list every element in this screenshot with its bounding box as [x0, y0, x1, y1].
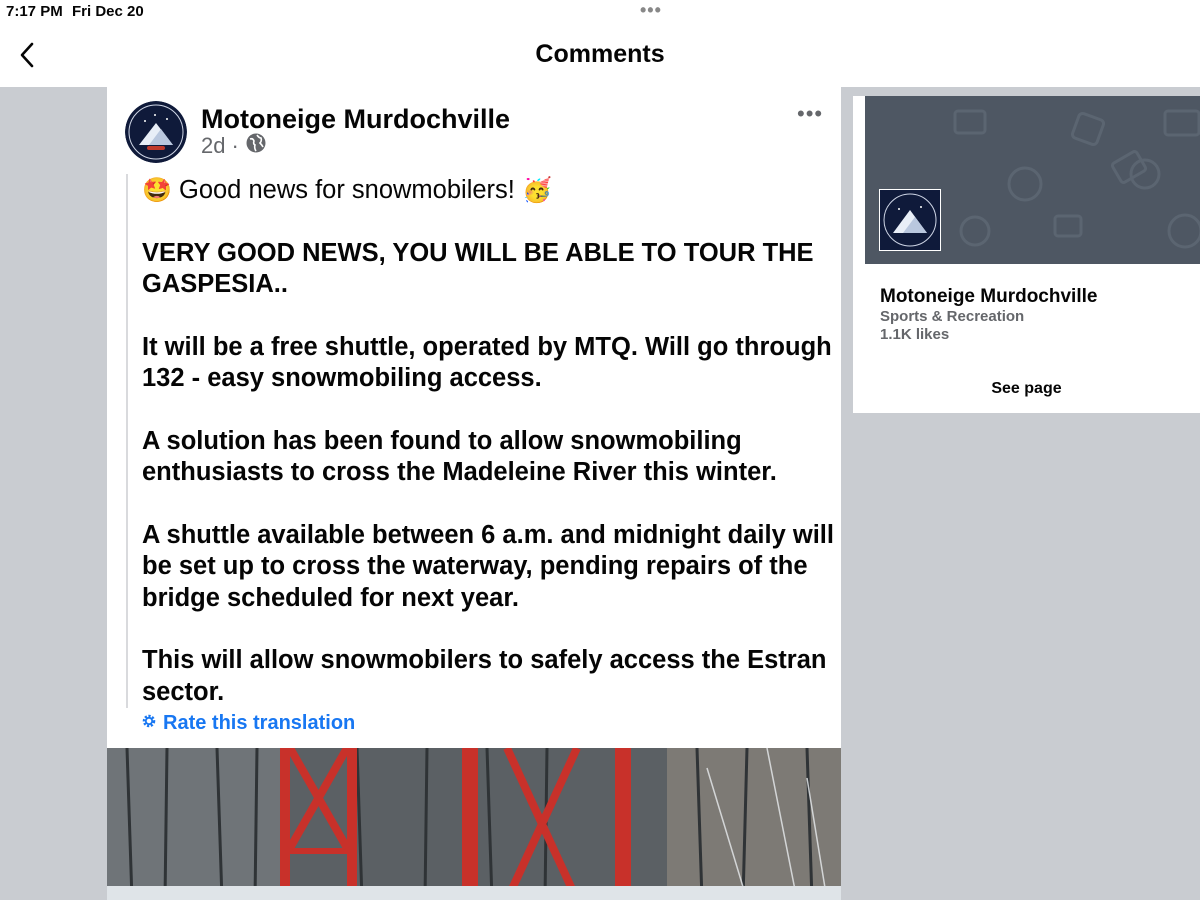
post-paragraph: A solution has been found to allow snowm…	[142, 426, 777, 487]
post-meta: 2d ·	[201, 132, 267, 160]
post-photo[interactable]	[107, 748, 841, 900]
side-page-likes: 1.1K likes	[880, 326, 950, 343]
more-dots-icon[interactable]: •••	[797, 101, 823, 127]
post-paragraph: It will be a free shuttle, operated by M…	[142, 332, 832, 393]
gear-icon	[141, 712, 157, 735]
post-card: Motoneige Murdochville 2d · ••• 🤩 Good n…	[107, 87, 841, 900]
status-bar: 7:17 PM Fri Dec 20 •••	[0, 0, 1200, 24]
side-page-avatar[interactable]	[879, 189, 941, 251]
globe-icon	[245, 132, 267, 160]
page-title: Comments	[535, 40, 665, 68]
multitasking-dots-icon[interactable]: •••	[640, 0, 662, 21]
side-page-name[interactable]: Motoneige Murdochville	[880, 286, 1097, 308]
post-time[interactable]: 2d	[201, 133, 225, 159]
header: Comments	[0, 24, 1200, 87]
post-text: 🤩 Good news for snowmobilers! 🥳 VERY GOO…	[126, 174, 841, 708]
star-struck-emoji-icon: 🤩	[142, 177, 172, 204]
status-time: 7:17 PM	[6, 3, 63, 20]
post-headline: 🤩 Good news for snowmobilers! 🥳	[142, 175, 841, 207]
page-avatar[interactable]	[125, 101, 187, 163]
page-name[interactable]: Motoneige Murdochville	[201, 104, 510, 135]
see-page-button[interactable]: See page	[853, 380, 1200, 398]
page-preview-card: Motoneige Murdochville Sports & Recreati…	[853, 96, 1200, 413]
post-paragraph: This will allow snowmobilers to safely a…	[142, 646, 827, 706]
post-paragraph: A shuttle available between 6 a.m. and m…	[142, 520, 834, 612]
status-date: Fri Dec 20	[72, 3, 144, 20]
post-paragraph: VERY GOOD NEWS, YOU WILL BE ABLE TO TOUR…	[142, 238, 814, 299]
side-page-category: Sports & Recreation	[880, 308, 1025, 325]
headline-text: Good news for snowmobilers!	[178, 176, 515, 204]
meta-separator: ·	[231, 133, 239, 158]
party-face-emoji-icon: 🥳	[521, 177, 552, 204]
rate-translation-link[interactable]: Rate this translation	[141, 712, 355, 735]
rate-translation-label: Rate this translation	[163, 712, 356, 734]
